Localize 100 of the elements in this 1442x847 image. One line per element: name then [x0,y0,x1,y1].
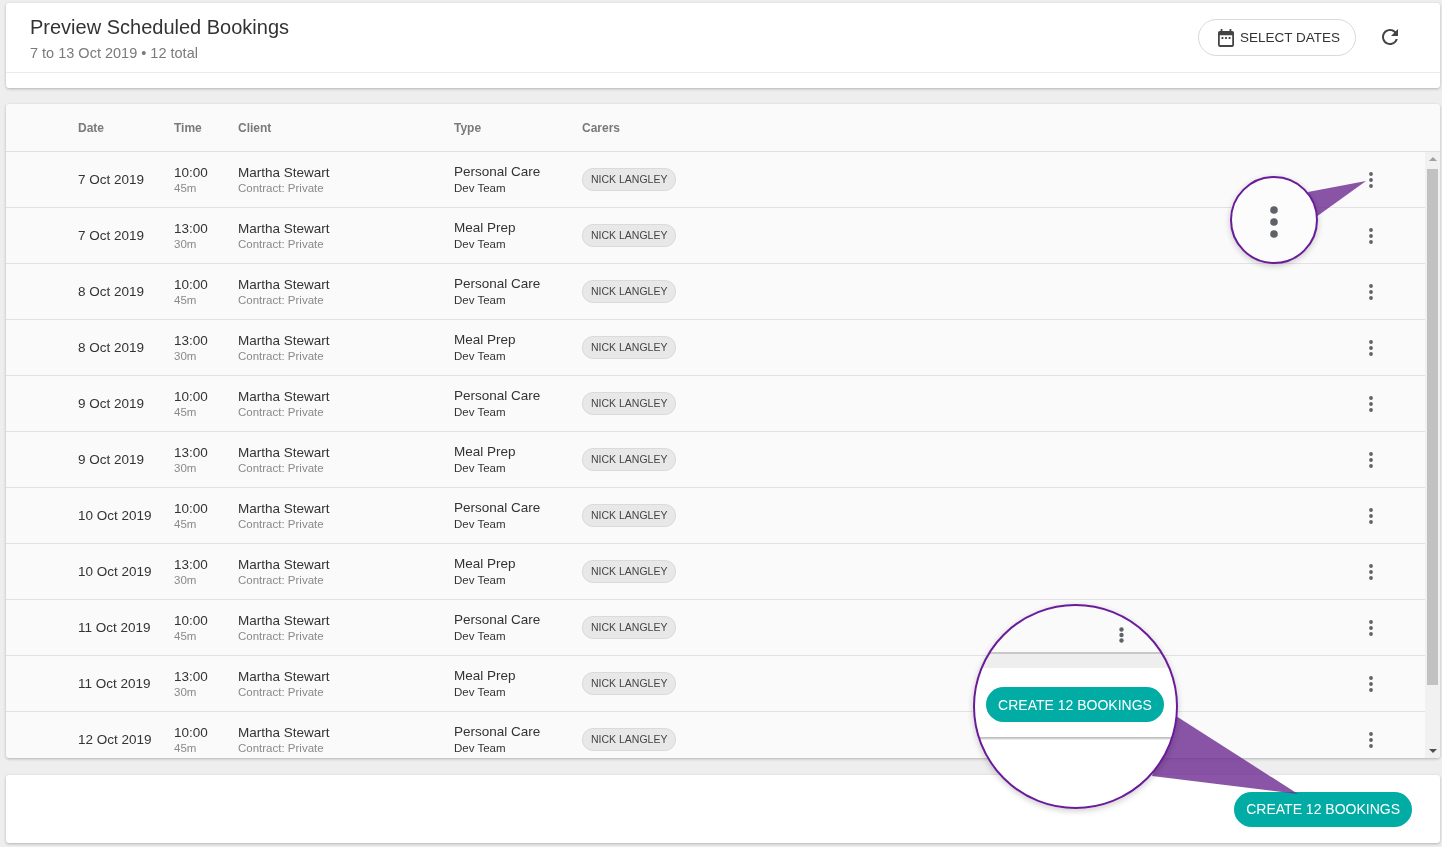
column-header: Type [454,120,483,135]
kebab-menu-icon[interactable] [1369,451,1373,468]
callout-pointer [1308,181,1366,217]
time-text: 13:00 [174,443,208,461]
client-name: Martha Stewart [238,555,330,573]
booking-type: Personal Care [454,163,541,180]
date-range-summary: 7 to 13 Oct 2019 • 12 total [30,45,199,61]
scrollbar[interactable] [1425,152,1440,758]
team-text: Dev Team [454,573,506,588]
client-name: Martha Stewart [238,163,330,181]
client-name: Martha Stewart [238,667,330,685]
time-text: 13:00 [174,219,208,237]
duration-text: 30m [174,236,197,252]
date-cell-text: 9 Oct 2019 [78,396,146,411]
team-text: Dev Team [454,461,506,476]
duration-text: 45m [174,628,197,644]
kebab-menu-icon[interactable] [1369,675,1373,692]
kebab-menu-icon[interactable] [1369,731,1373,748]
carer-chip: NICK LANGLEY [582,504,677,527]
client-name: Martha Stewart [238,275,330,293]
contract-text: Contract: Private [238,180,324,196]
kebab-menu-icon [1119,627,1124,643]
duration-text: 45m [174,180,197,196]
scroll-down-arrow-icon[interactable] [1428,749,1437,753]
column-header: Client [238,120,273,135]
duration-text: 45m [174,404,197,420]
team-text: Dev Team [454,405,506,420]
carer-chip: NICK LANGLEY [582,168,677,191]
contract-text: Contract: Private [238,460,324,476]
kebab-menu-icon[interactable] [1369,507,1373,524]
date-cell-text: 8 Oct 2019 [78,340,146,355]
carer-chip: NICK LANGLEY [582,728,677,751]
kebab-menu-icon[interactable] [1369,619,1373,636]
time-text: 10:00 [174,275,208,293]
team-text: Dev Team [454,629,506,644]
duration-text: 45m [174,740,197,756]
duration-text: 45m [174,516,197,532]
duration-text: 45m [174,292,197,308]
time-text: 13:00 [174,667,208,685]
client-name: Martha Stewart [238,331,330,349]
carer-chip: NICK LANGLEY [582,448,677,471]
contract-text: Contract: Private [238,292,324,308]
client-name: Martha Stewart [238,723,330,741]
contract-text: Contract: Private [238,684,324,700]
time-text: 10:00 [174,611,208,629]
column-header: Date [78,120,105,135]
date-cell-text: 8 Oct 2019 [78,284,146,299]
team-text: Dev Team [454,741,506,756]
date-cell-text: 7 Oct 2019 [78,172,146,187]
team-text: Dev Team [454,517,506,532]
date-cell-text: 11 Oct 2019 [78,620,152,635]
calendar-icon [1217,28,1234,47]
client-name: Martha Stewart [238,219,330,237]
team-text: Dev Team [454,685,506,700]
booking-type: Meal Prep [454,555,516,572]
team-text: Dev Team [454,237,506,252]
kebab-menu-icon[interactable] [1369,171,1373,188]
booking-type: Meal Prep [454,219,516,236]
select-dates-button[interactable]: SELECT DATES [1197,19,1356,56]
booking-type: Personal Care [454,499,541,516]
carer-chip: NICK LANGLEY [582,336,677,359]
booking-type: Personal Care [454,275,541,292]
date-cell-text: 10 Oct 2019 [78,508,153,523]
booking-type: Meal Prep [454,667,516,684]
kebab-menu-icon[interactable] [1369,339,1373,356]
client-name: Martha Stewart [238,499,330,517]
carer-chip: NICK LANGLEY [582,224,677,247]
magnified-create-button[interactable]: CREATE 12 BOOKINGS [986,687,1164,722]
booking-type: Personal Care [454,611,541,628]
booking-type: Personal Care [454,387,541,404]
time-text: 13:00 [174,331,208,349]
time-text: 13:00 [174,555,208,573]
client-name: Martha Stewart [238,611,330,629]
date-cell-text: 7 Oct 2019 [78,228,146,243]
scrollbar-thumb[interactable] [1427,169,1438,685]
client-name: Martha Stewart [238,443,330,461]
kebab-menu-icon[interactable] [1369,563,1373,580]
kebab-menu-icon[interactable] [1369,283,1373,300]
contract-text: Contract: Private [238,516,324,532]
time-text: 10:00 [174,387,208,405]
carer-chip: NICK LANGLEY [582,280,677,303]
date-cell-text: 12 Oct 2019 [78,732,153,747]
booking-type: Meal Prep [454,331,516,348]
kebab-menu-icon[interactable] [1369,395,1373,412]
date-cell-text: 10 Oct 2019 [78,564,153,579]
time-text: 10:00 [174,163,208,181]
contract-text: Contract: Private [238,628,324,644]
refresh-icon[interactable] [1382,29,1398,45]
contract-text: Contract: Private [238,348,324,364]
duration-text: 30m [174,684,197,700]
create-bookings-button[interactable]: CREATE 12 BOOKINGS [1234,791,1412,827]
page-title: Preview Scheduled Bookings [30,15,291,39]
carer-chip: NICK LANGLEY [582,392,677,415]
kebab-menu-icon[interactable] [1369,227,1373,244]
carer-chip: NICK LANGLEY [582,616,677,639]
column-header: Carers [582,120,622,135]
carer-chip: NICK LANGLEY [582,672,677,695]
booking-type: Personal Care [454,723,541,740]
contract-text: Contract: Private [238,572,324,588]
team-text: Dev Team [454,181,506,196]
